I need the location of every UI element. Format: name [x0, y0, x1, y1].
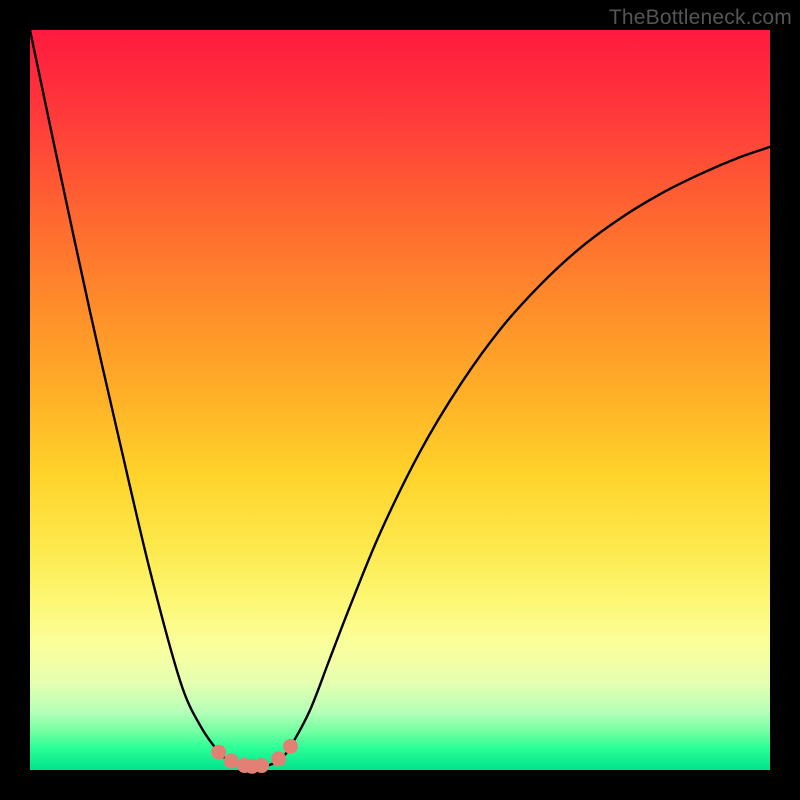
marker-dot: [211, 745, 226, 760]
marker-dot: [283, 739, 298, 754]
marker-group: [211, 739, 298, 774]
marker-dot: [254, 758, 269, 773]
watermark-text: TheBottleneck.com: [609, 6, 792, 30]
plot-area: [30, 30, 770, 770]
marker-dot: [271, 751, 286, 766]
marker-dot: [224, 754, 239, 769]
bottleneck-curve: [30, 30, 770, 767]
chart-frame: TheBottleneck.com: [0, 0, 800, 800]
curve-layer: [30, 30, 770, 770]
